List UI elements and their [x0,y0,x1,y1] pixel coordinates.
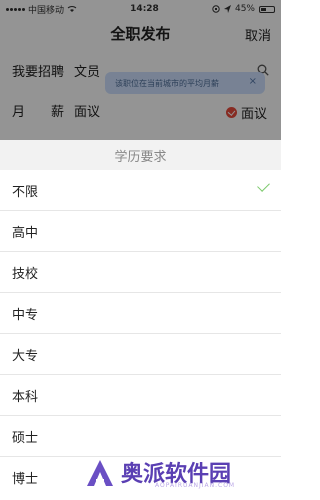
option-item[interactable]: 高中 [0,211,281,252]
option-label: 技校 [12,266,39,282]
option-label: 博士 [12,472,39,487]
education-picker-sheet: 学历要求 不限 高中 技校 中专 大专 本科 硕士 博士 [0,140,281,500]
option-item[interactable]: 技校 [0,252,281,293]
checkmark-icon [257,179,270,192]
sheet-title: 学历要求 [0,140,281,170]
option-item[interactable]: 本科 [0,375,281,416]
modal-overlay[interactable] [0,0,281,140]
option-label: 本科 [12,389,39,405]
option-label: 不限 [12,184,39,200]
watermark-url: AOPAIRUANJIAN.COM [155,482,236,489]
option-label: 中专 [12,307,39,323]
option-item[interactable]: 中专 [0,293,281,334]
education-options-list: 不限 高中 技校 中专 大专 本科 硕士 博士 [0,170,281,498]
watermark: 奥派软件园 AOPAIRUANJIAN.COM [85,454,275,494]
option-label: 大专 [12,348,39,364]
option-label: 高中 [12,225,39,241]
option-item[interactable]: 硕士 [0,416,281,457]
option-label: 硕士 [12,430,39,446]
option-item[interactable]: 大专 [0,334,281,375]
watermark-logo-icon [87,460,113,486]
option-item[interactable]: 不限 [0,170,281,211]
